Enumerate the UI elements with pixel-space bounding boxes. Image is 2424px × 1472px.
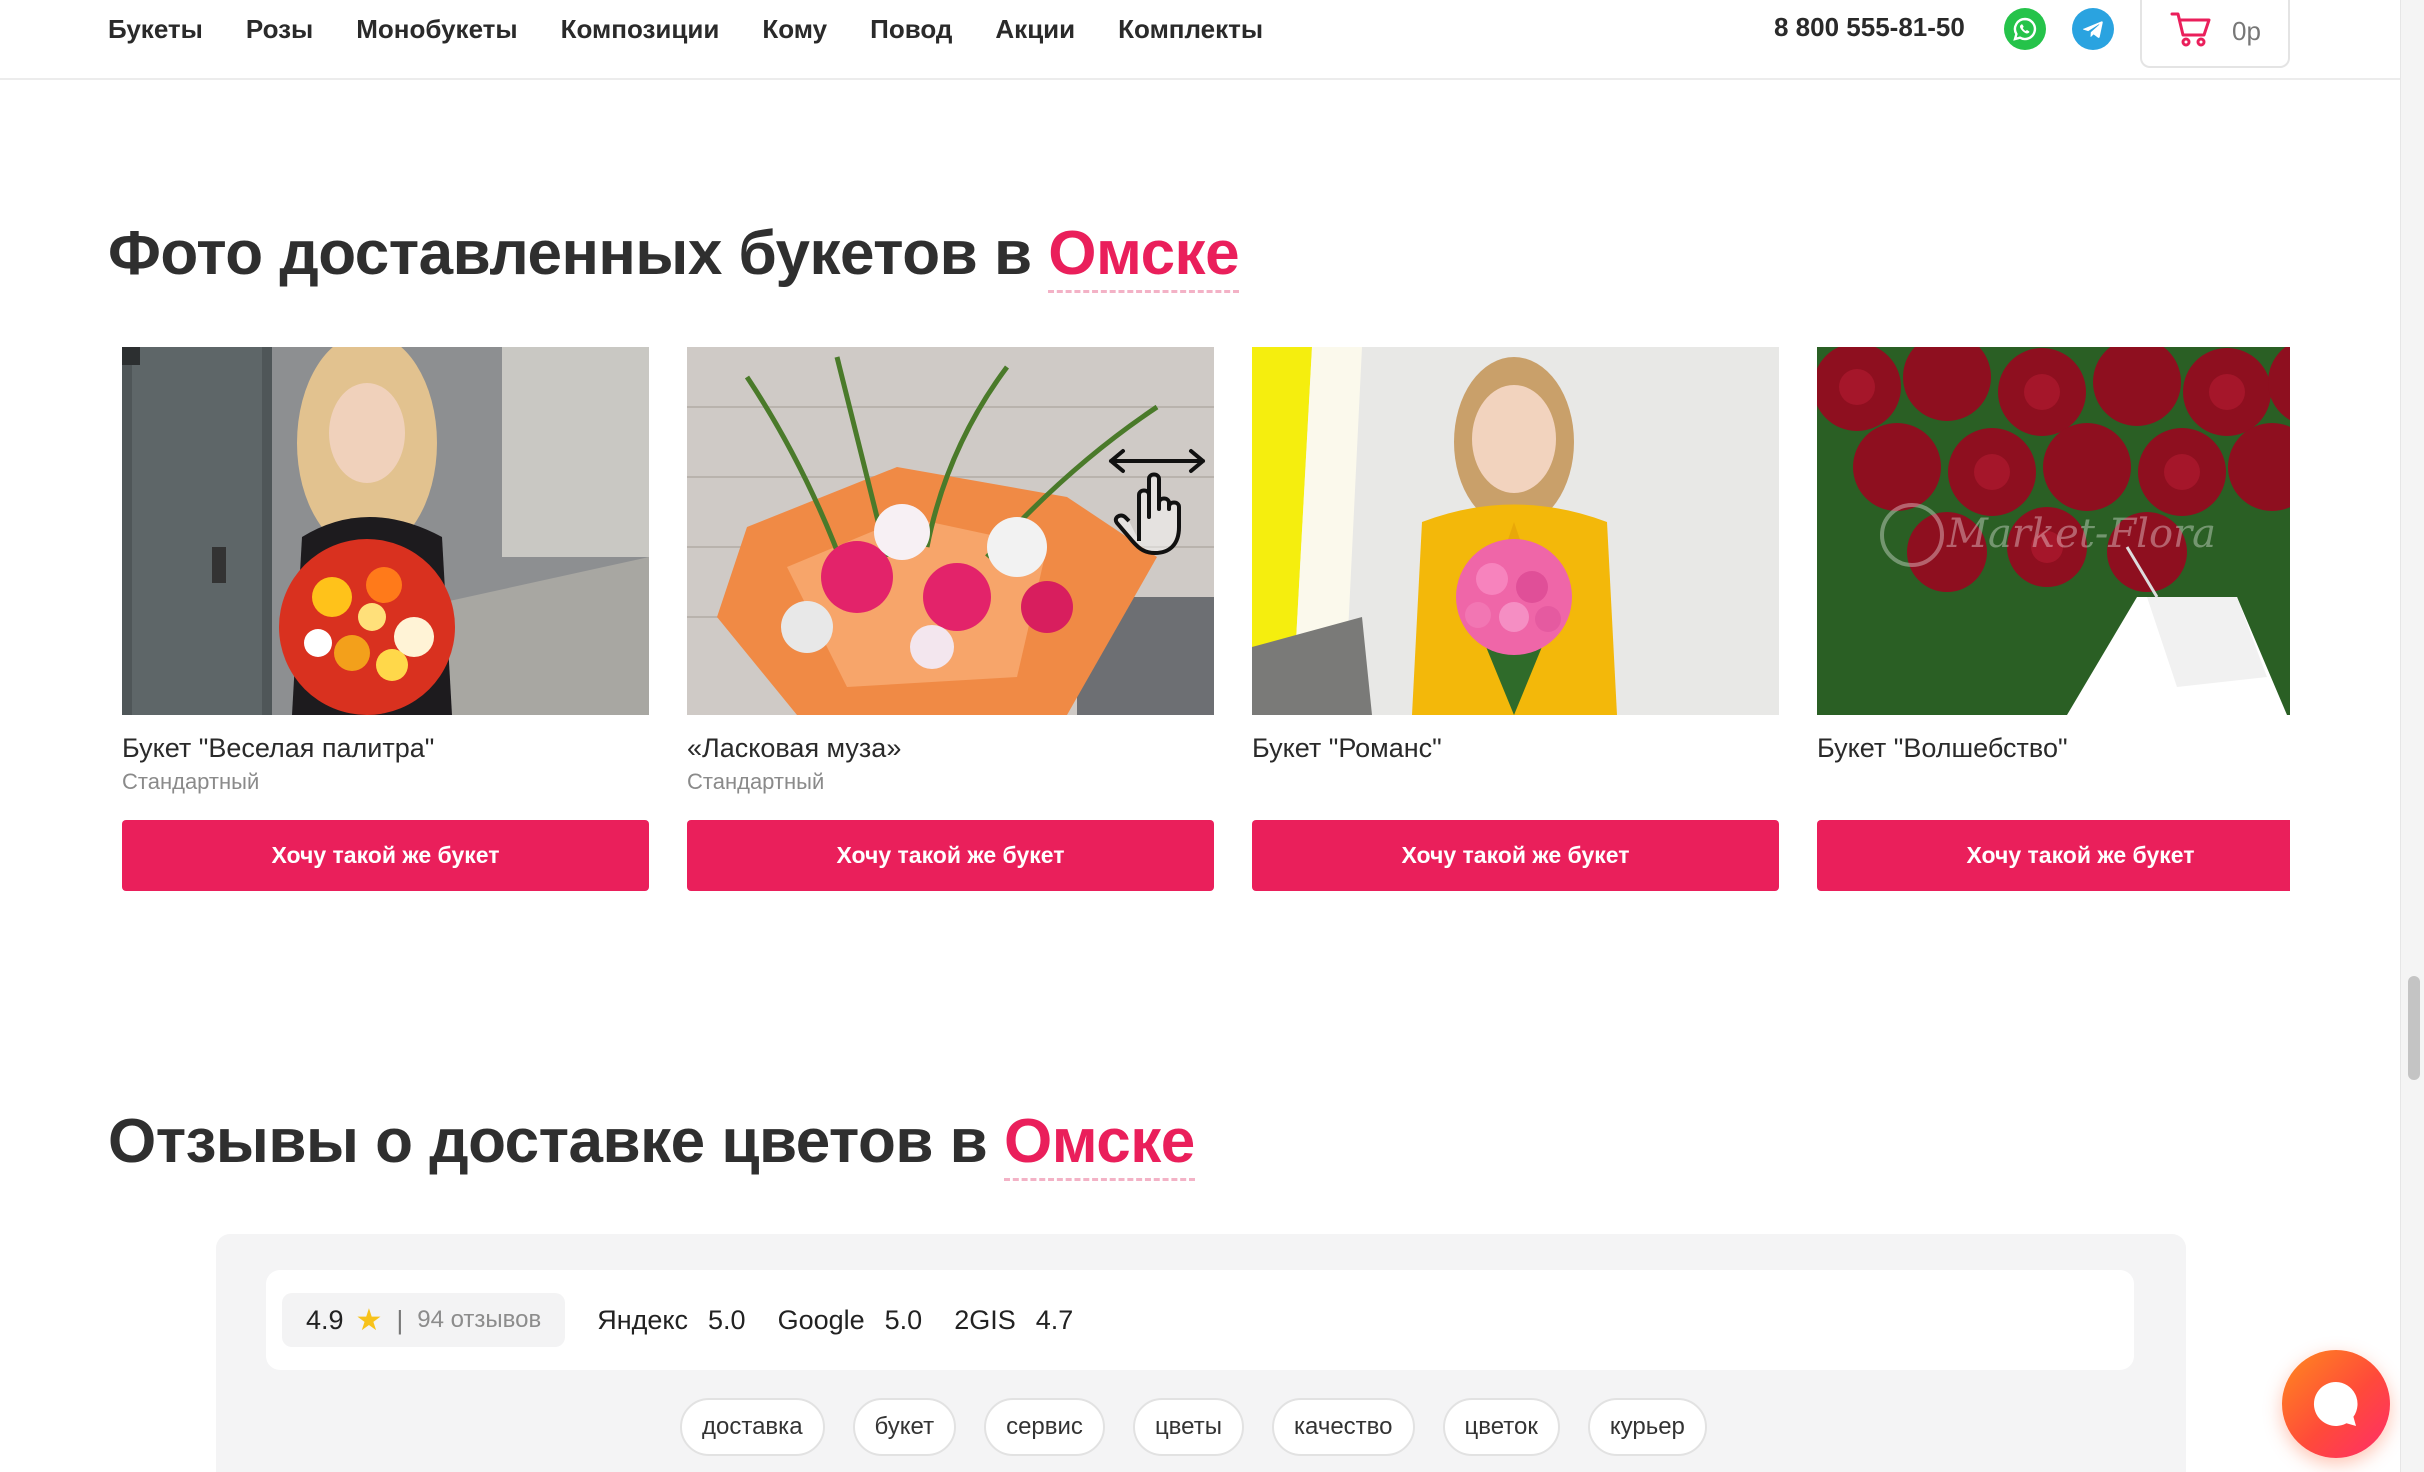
- telegram-icon[interactable]: [2072, 8, 2114, 50]
- reviews-widget: 4.9 ★ | 94 отзывов Яндекс 5.0 Google 5.0…: [216, 1234, 2186, 1472]
- bouquet-title[interactable]: «Ласковая муза»: [687, 733, 1214, 767]
- nav-item-recipient[interactable]: Кому: [762, 14, 827, 45]
- nav-item-monobouquets[interactable]: Монобукеты: [356, 14, 517, 45]
- ratings-bar: 4.9 ★ | 94 отзывов Яндекс 5.0 Google 5.0…: [266, 1270, 2134, 1370]
- tag-quality[interactable]: качество: [1271, 1398, 1415, 1456]
- reviews-count: 94 отзывов: [417, 1306, 542, 1333]
- tag-courier[interactable]: курьер: [1587, 1398, 1707, 1456]
- bouquet-photo[interactable]: Market-Flora: [1817, 347, 2290, 715]
- summary-separator: |: [396, 1304, 404, 1335]
- want-same-bouquet-button[interactable]: Хочу такой же букет: [122, 820, 649, 891]
- cart-total: 0р: [2232, 15, 2261, 46]
- nav-item-occasion[interactable]: Повод: [870, 14, 952, 45]
- tag-flower[interactable]: цветок: [1442, 1398, 1560, 1456]
- tag-flowers[interactable]: цветы: [1132, 1398, 1244, 1456]
- nav-item-sets[interactable]: Комплекты: [1118, 14, 1263, 45]
- watermark: Market-Flora: [1946, 511, 2216, 557]
- source-score: 5.0: [884, 1304, 923, 1335]
- source-yandex[interactable]: Яндекс 5.0: [597, 1305, 745, 1336]
- bouquet-title[interactable]: Букет "Веселая палитра": [122, 733, 649, 767]
- source-name: Яндекс: [597, 1304, 689, 1335]
- source-2gis[interactable]: 2GIS 4.7: [954, 1305, 1073, 1336]
- phone-number[interactable]: 8 800 555-81-50: [1774, 12, 1965, 43]
- want-same-bouquet-button[interactable]: Хочу такой же букет: [687, 820, 1214, 891]
- source-score: 4.7: [1035, 1304, 1074, 1335]
- nav-item-bouquets[interactable]: Букеты: [108, 14, 203, 45]
- bouquet-card: Market-Flora Букет "Волшебство" Хочу так…: [1817, 347, 2290, 891]
- reviews-title-text: Отзывы о доставке цветов в: [108, 1107, 988, 1176]
- photos-section-title: Фото доставленных букетов в Омске: [108, 218, 1240, 293]
- cart-button[interactable]: 0р: [2140, 0, 2290, 68]
- want-same-bouquet-button[interactable]: Хочу такой же букет: [1817, 820, 2290, 891]
- source-name: Google: [777, 1304, 865, 1335]
- bouquet-title[interactable]: Букет "Романс": [1252, 733, 1779, 767]
- bouquet-card: Букет "Романс" Хочу такой же букет: [1252, 347, 1779, 891]
- bouquet-size: Стандартный: [687, 769, 825, 794]
- bouquet-size: Стандартный: [122, 769, 260, 794]
- bouquet-photo[interactable]: [122, 347, 649, 715]
- tag-service[interactable]: сервис: [984, 1398, 1105, 1456]
- average-rating: 4.9: [306, 1304, 344, 1335]
- rating-summary[interactable]: 4.9 ★ | 94 отзывов: [282, 1293, 566, 1347]
- page-scrollbar[interactable]: [2400, 0, 2424, 1472]
- tag-bouquet[interactable]: букет: [852, 1398, 957, 1456]
- reviews-section-title: Отзывы о доставке цветов в Омске: [108, 1106, 1195, 1181]
- nav-item-compositions[interactable]: Композиции: [561, 14, 720, 45]
- swipe-hint-icon: [1109, 449, 1205, 555]
- nav-item-sales[interactable]: Акции: [995, 14, 1075, 45]
- star-icon: ★: [355, 1303, 383, 1337]
- bouquet-photo[interactable]: [1252, 347, 1779, 715]
- bouquet-card: «Ласковая муза» Стандартный Хочу такой ж…: [687, 347, 1214, 891]
- bouquet-photo[interactable]: [687, 347, 1214, 715]
- scrollbar-thumb[interactable]: [2408, 976, 2420, 1080]
- bouquet-card: Букет "Веселая палитра" Стандартный Хочу…: [122, 347, 649, 891]
- source-google[interactable]: Google 5.0: [778, 1305, 923, 1336]
- chat-widget-button[interactable]: [2282, 1350, 2390, 1458]
- city-selector[interactable]: Омске: [1004, 1107, 1195, 1181]
- bouquet-title[interactable]: Букет "Волшебство": [1817, 733, 2290, 767]
- source-name: 2GIS: [954, 1304, 1016, 1335]
- cart-icon: [2170, 10, 2212, 53]
- review-tags: доставка букет сервис цветы качество цве…: [680, 1398, 1735, 1456]
- chat-icon: [2313, 1381, 2358, 1426]
- site-header: Букеты Розы Монобукеты Композиции Кому П…: [0, 0, 2400, 80]
- bouquet-size: [1252, 769, 1779, 799]
- photos-title-text: Фото доставленных букетов в: [108, 219, 1032, 288]
- want-same-bouquet-button[interactable]: Хочу такой же букет: [1252, 820, 1779, 891]
- city-selector[interactable]: Омске: [1048, 219, 1240, 293]
- tag-delivery[interactable]: доставка: [680, 1398, 825, 1456]
- delivered-bouquets-carousel[interactable]: Букет "Веселая палитра" Стандартный Хочу…: [122, 347, 2290, 897]
- main-nav: Букеты Розы Монобукеты Композиции Кому П…: [108, 0, 1306, 58]
- nav-item-roses[interactable]: Розы: [246, 14, 313, 45]
- bouquet-size: [1817, 769, 2290, 799]
- source-score: 5.0: [708, 1304, 746, 1335]
- whatsapp-icon[interactable]: [2004, 8, 2046, 50]
